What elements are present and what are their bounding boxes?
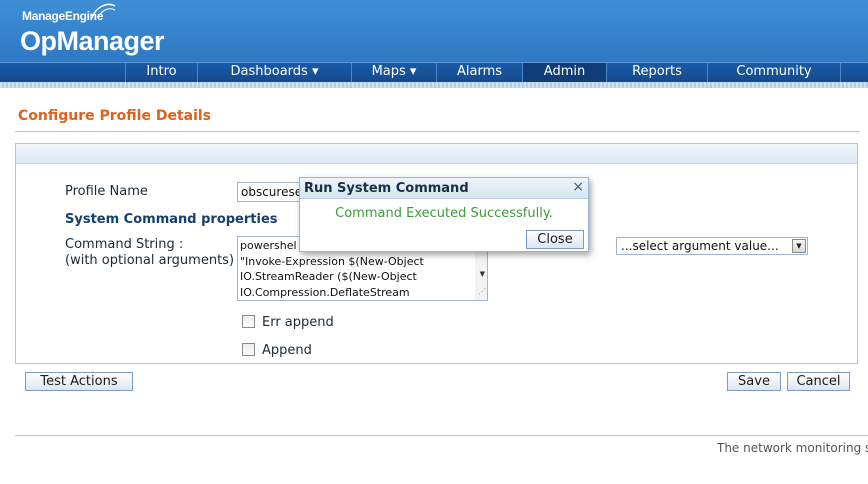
- command-line: "Invoke-Expression $(New-Object: [240, 254, 424, 268]
- append-checkbox[interactable]: [242, 343, 255, 356]
- command-string-label: Command String :: [65, 237, 184, 252]
- main-nav: Intro Dashboards ▾ Maps ▾ Alarms Admin R…: [0, 62, 868, 82]
- nav-stripe: [0, 82, 868, 88]
- nav-dashboards[interactable]: Dashboards ▾: [197, 63, 351, 82]
- append-label: Append: [262, 343, 312, 358]
- nav-community[interactable]: Community: [707, 63, 840, 82]
- argument-select-value: ...select argument value...: [621, 239, 779, 253]
- err-append-checkbox[interactable]: [242, 315, 255, 328]
- command-string-hint: (with optional arguments): [65, 253, 235, 268]
- run-command-dialog: Run System Command × Command Executed Su…: [299, 177, 589, 252]
- nav-maps[interactable]: Maps ▾: [351, 63, 436, 82]
- argument-select[interactable]: ...select argument value... ▼: [616, 237, 808, 255]
- nav-alarms[interactable]: Alarms: [436, 63, 522, 82]
- footer-text: The network monitoring sc: [717, 441, 868, 455]
- title-divider: [15, 131, 860, 132]
- profile-name-input[interactable]: obscurese: [237, 182, 301, 202]
- dialog-header: Run System Command ×: [300, 178, 588, 199]
- page-title: Configure Profile Details: [18, 108, 212, 124]
- close-icon[interactable]: ×: [572, 179, 584, 195]
- save-button[interactable]: Save: [727, 372, 781, 391]
- nav-spacer: [840, 63, 868, 82]
- nav-admin[interactable]: Admin: [522, 63, 606, 82]
- footer-divider: [15, 435, 868, 436]
- dialog-title: Run System Command: [304, 181, 469, 196]
- product-logo: OpManager: [20, 26, 165, 56]
- dialog-close-button[interactable]: Close: [526, 230, 584, 249]
- command-line: IO.Compression.DeflateStream: [240, 285, 410, 299]
- app-header: ManageEngine OpManager: [0, 0, 868, 62]
- test-actions-button[interactable]: Test Actions: [25, 372, 133, 391]
- profile-name-label: Profile Name: [65, 184, 148, 199]
- chevron-down-icon[interactable]: ▼: [792, 239, 806, 253]
- err-append-label: Err append: [262, 315, 334, 330]
- nav-reports[interactable]: Reports: [606, 63, 707, 82]
- panel-header: [16, 144, 857, 164]
- nav-intro[interactable]: Intro: [125, 63, 197, 82]
- cancel-button[interactable]: Cancel: [787, 372, 850, 391]
- command-line: IO.StreamReader ($(New-Object: [240, 270, 417, 283]
- scroll-down-icon[interactable]: ▼: [480, 267, 485, 283]
- success-message: Command Executed Successfully.: [335, 206, 553, 221]
- logo-swoosh-icon: [91, 3, 116, 19]
- section-heading: System Command properties: [65, 212, 278, 227]
- resize-grip-icon[interactable]: ⋰: [478, 284, 486, 300]
